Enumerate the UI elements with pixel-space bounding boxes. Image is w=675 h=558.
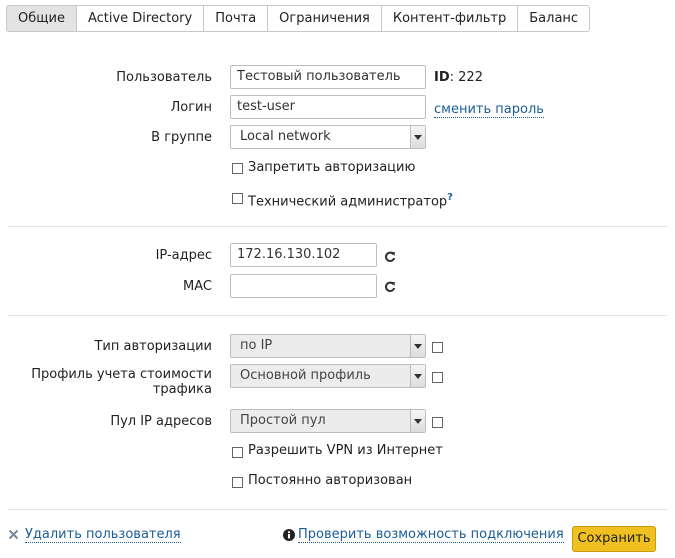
close-icon[interactable]	[8, 529, 19, 540]
ip-input[interactable]: 172.16.130.102	[230, 243, 377, 267]
id-value: : 222	[449, 70, 483, 85]
tech-admin-label-wrap: Технический администратор?	[248, 190, 453, 209]
chevron-down-icon	[410, 410, 425, 432]
login-input[interactable]: test-user	[230, 95, 426, 119]
deny-auth-label: Запретить авторизацию	[248, 160, 416, 175]
delete-user-link[interactable]: Удалить пользователя	[25, 527, 181, 543]
tab-restrictions[interactable]: Ограничения	[268, 5, 382, 32]
traffic-profile-override-checkbox[interactable]	[432, 372, 443, 383]
always-auth-checkbox[interactable]	[232, 477, 243, 488]
user-id: ID: 222	[434, 70, 483, 85]
tab-bar: Общие Active Directory Почта Ограничения…	[6, 5, 591, 32]
check-connection-link[interactable]: Проверить возможность подключения	[298, 527, 564, 543]
help-icon[interactable]: ?	[447, 192, 453, 203]
change-password-link-wrap: сменить пароль	[434, 102, 544, 118]
auth-type-label: Тип авторизации	[94, 339, 212, 354]
group-select[interactable]: Local network	[230, 125, 426, 149]
divider	[8, 226, 667, 227]
change-password-link[interactable]: сменить пароль	[434, 102, 544, 118]
allow-vpn-checkbox[interactable]	[232, 447, 243, 458]
ip-pool-select[interactable]: Простой пул	[230, 409, 426, 433]
ip-pool-override-checkbox[interactable]	[432, 417, 443, 428]
check-connection-link-wrap: Проверить возможность подключения	[298, 527, 564, 543]
chevron-down-icon	[410, 126, 425, 148]
tech-admin-checkbox[interactable]	[232, 193, 243, 204]
login-label: Логин	[170, 100, 212, 115]
always-auth-label: Постоянно авторизован	[248, 473, 413, 488]
tab-balance[interactable]: Баланс	[518, 5, 591, 32]
deny-auth-checkbox[interactable]	[232, 163, 243, 174]
traffic-profile-select[interactable]: Основной профиль	[230, 364, 426, 388]
auth-type-override-checkbox[interactable]	[432, 342, 443, 353]
delete-user-link-wrap: Удалить пользователя	[25, 527, 181, 543]
mac-label: MAC	[183, 279, 212, 294]
divider	[8, 509, 667, 510]
group-select-value: Local network	[240, 129, 331, 144]
id-label: ID	[434, 70, 450, 85]
user-label: Пользователь	[116, 70, 212, 85]
auth-type-select[interactable]: по IP	[230, 334, 426, 358]
mac-input[interactable]	[230, 274, 377, 298]
ip-label: IP-адрес	[155, 248, 212, 263]
info-icon	[283, 529, 295, 541]
tab-general[interactable]: Общие	[6, 5, 77, 32]
tech-admin-label: Технический администратор	[248, 194, 448, 210]
traffic-profile-value: Основной профиль	[240, 368, 371, 383]
traffic-profile-label: Профиль учета стоимости трафика	[31, 367, 212, 397]
tab-active-directory[interactable]: Active Directory	[76, 5, 205, 32]
tab-content-filter[interactable]: Контент-фильтр	[381, 5, 519, 32]
ip-pool-label: Пул IP адресов	[110, 414, 212, 429]
ip-pool-value: Простой пул	[240, 413, 326, 428]
allow-vpn-label: Разрешить VPN из Интернет	[248, 443, 443, 458]
group-label: В группе	[151, 130, 212, 145]
tab-mail[interactable]: Почта	[204, 5, 269, 32]
refresh-ip-icon[interactable]	[384, 251, 396, 263]
chevron-down-icon	[410, 335, 425, 357]
auth-type-value: по IP	[240, 338, 273, 353]
refresh-mac-icon[interactable]	[384, 281, 396, 293]
divider	[8, 315, 667, 316]
chevron-down-icon	[410, 365, 425, 387]
user-name-input[interactable]: Тестовый пользователь	[230, 65, 426, 89]
save-button[interactable]: Сохранить	[572, 526, 656, 552]
